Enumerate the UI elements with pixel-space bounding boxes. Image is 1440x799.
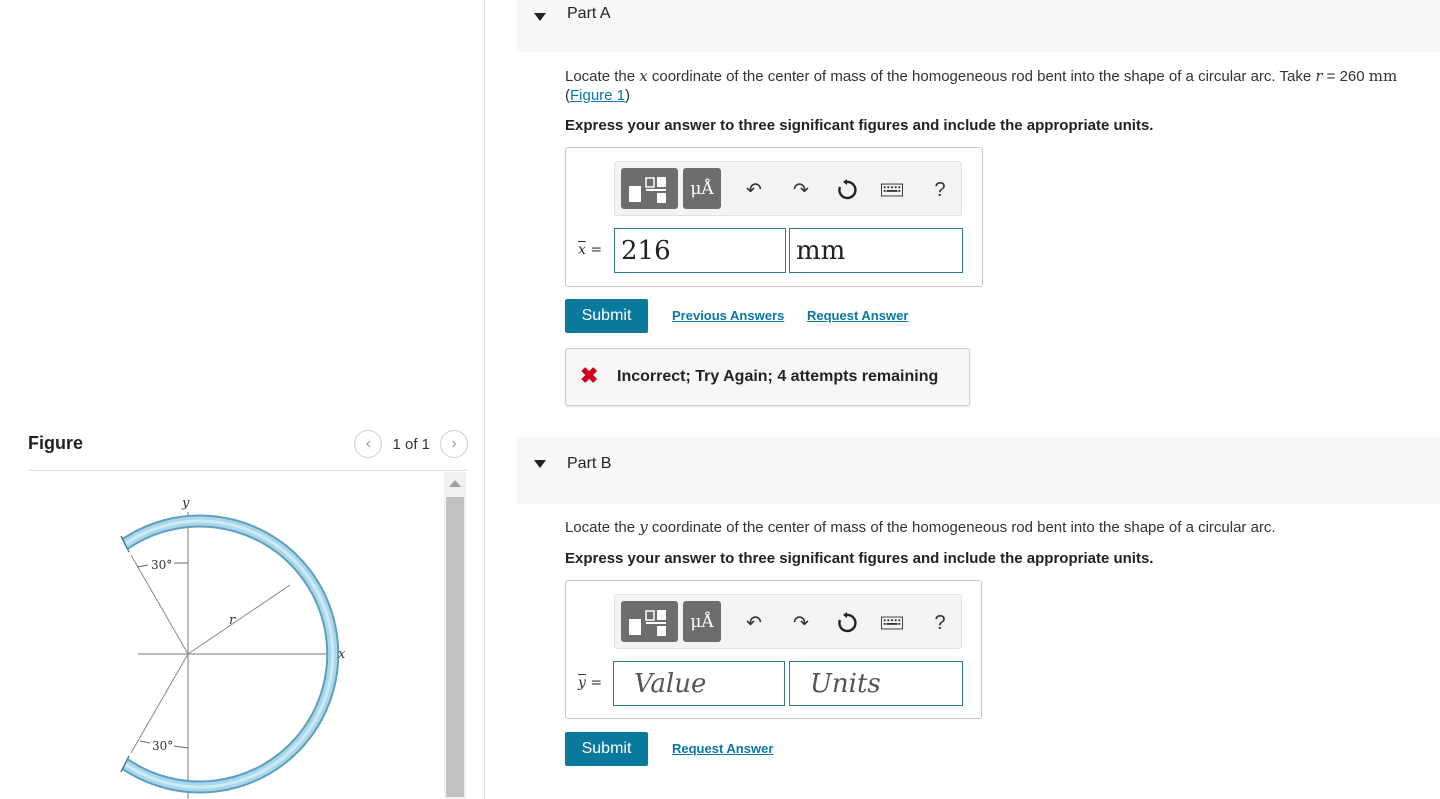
reset-icon[interactable] xyxy=(836,612,858,634)
equals-sign: = xyxy=(585,242,603,258)
part-b-title: Part B xyxy=(567,455,612,472)
radius-label: r xyxy=(229,613,236,628)
x-axis-label: x xyxy=(338,647,346,662)
figure-pager: ‹ 1 of 1 › xyxy=(354,430,468,458)
pager-text: 1 of 1 xyxy=(392,435,430,453)
figure-link-line: (Figure 1) xyxy=(565,87,631,104)
prompt-variable: y xyxy=(639,518,648,536)
previous-answers-link[interactable]: Previous Answers xyxy=(672,308,784,323)
prompt-unit: mm xyxy=(1368,67,1398,85)
error-x-icon: ✖ xyxy=(580,363,599,388)
top-angle-label: 30° xyxy=(151,558,172,572)
figure-link[interactable]: Figure 1 xyxy=(570,87,625,104)
equals-sign: = xyxy=(585,675,603,691)
value-input[interactable] xyxy=(614,228,786,273)
y-axis-label: y xyxy=(181,496,190,511)
help-button[interactable]: ? xyxy=(929,612,951,634)
units-button[interactable]: μÅ xyxy=(683,168,721,209)
scrollbar-thumb[interactable] xyxy=(446,497,464,797)
undo-icon[interactable]: ↶ xyxy=(743,179,765,201)
prompt-text: coordinate of the center of mass of the … xyxy=(647,68,1316,85)
bottom-angle-label: 30° xyxy=(152,739,173,753)
next-figure-button[interactable]: › xyxy=(440,430,468,458)
feedback-message: ✖ Incorrect; Try Again; 4 attempts remai… xyxy=(565,348,970,406)
units-button[interactable]: μÅ xyxy=(683,601,721,642)
figure-header: Figure ‹ 1 of 1 › xyxy=(28,430,468,470)
part-a-instruction: Express your answer to three significant… xyxy=(565,117,1154,134)
figure-pane: Figure ‹ 1 of 1 › y x r 30° 30° xyxy=(0,0,484,799)
reset-icon[interactable] xyxy=(836,179,858,201)
part-a-request-answer-link[interactable]: Request Answer xyxy=(807,308,908,323)
pane-divider[interactable] xyxy=(484,0,485,799)
templates-button[interactable] xyxy=(621,601,678,642)
prompt-text: Locate the xyxy=(565,519,640,536)
prompt-text: coordinate of the center of mass of the … xyxy=(647,519,1276,536)
part-a-prompt: Locate the x coordinate of the center of… xyxy=(565,66,1397,87)
feedback-text: Incorrect; Try Again; 4 attempts remaini… xyxy=(617,368,939,385)
part-b-header[interactable]: Part B xyxy=(517,437,1440,504)
keyboard-icon[interactable] xyxy=(881,179,903,201)
prompt-text: = 260 xyxy=(1322,68,1369,85)
variable-symbol: y xyxy=(578,675,586,691)
part-b-answer-box: μÅ ↶ ↷ ? y = xyxy=(565,580,982,719)
math-toolbar: μÅ ↶ ↷ ? xyxy=(614,161,962,216)
math-toolbar: μÅ ↶ ↷ ? xyxy=(614,594,962,649)
part-b-instruction: Express your answer to three significant… xyxy=(565,550,1154,567)
y-bar-label: y = xyxy=(578,675,602,691)
keyboard-icon[interactable] xyxy=(881,612,903,634)
circular-arc-figure: y x r 30° 30° xyxy=(120,496,346,799)
prompt-variable: x xyxy=(639,67,648,85)
collapse-caret-icon[interactable] xyxy=(534,460,546,468)
help-button[interactable]: ? xyxy=(929,179,951,201)
collapse-caret-icon[interactable] xyxy=(534,13,546,21)
previous-figure-button[interactable]: ‹ xyxy=(354,430,383,458)
chevron-right-icon: › xyxy=(451,435,457,452)
figure-scrollbar[interactable] xyxy=(444,472,466,799)
part-a-header[interactable]: Part A xyxy=(517,0,1440,52)
part-a-submit-button[interactable]: Submit xyxy=(565,299,648,333)
part-b-request-answer-link[interactable]: Request Answer xyxy=(672,741,773,756)
x-bar-label: x = xyxy=(578,242,602,258)
part-a-answer-box: μÅ ↶ ↷ ? x = xyxy=(565,147,983,287)
prompt-text: Locate the xyxy=(565,68,640,85)
redo-icon[interactable]: ↷ xyxy=(790,179,812,201)
units-input[interactable] xyxy=(789,661,963,706)
part-b-submit-button[interactable]: Submit xyxy=(565,732,648,766)
part-b-prompt: Locate the y coordinate of the center of… xyxy=(565,517,1276,538)
units-input[interactable] xyxy=(789,228,963,273)
templates-button[interactable] xyxy=(621,168,678,209)
figure-divider xyxy=(28,470,468,471)
value-input[interactable] xyxy=(613,661,785,706)
variable-symbol: x xyxy=(578,242,586,258)
part-a-title: Part A xyxy=(567,5,611,22)
redo-icon[interactable]: ↷ xyxy=(790,612,812,634)
templates-icon xyxy=(629,177,666,203)
undo-icon[interactable]: ↶ xyxy=(743,612,765,634)
chevron-left-icon: ‹ xyxy=(365,435,372,452)
prompt-variable: r xyxy=(1315,67,1323,85)
figure-image: y x r 30° 30° xyxy=(28,472,438,799)
scroll-up-arrow-icon[interactable] xyxy=(444,472,466,494)
templates-icon xyxy=(629,610,666,636)
figure-title: Figure xyxy=(28,433,84,453)
